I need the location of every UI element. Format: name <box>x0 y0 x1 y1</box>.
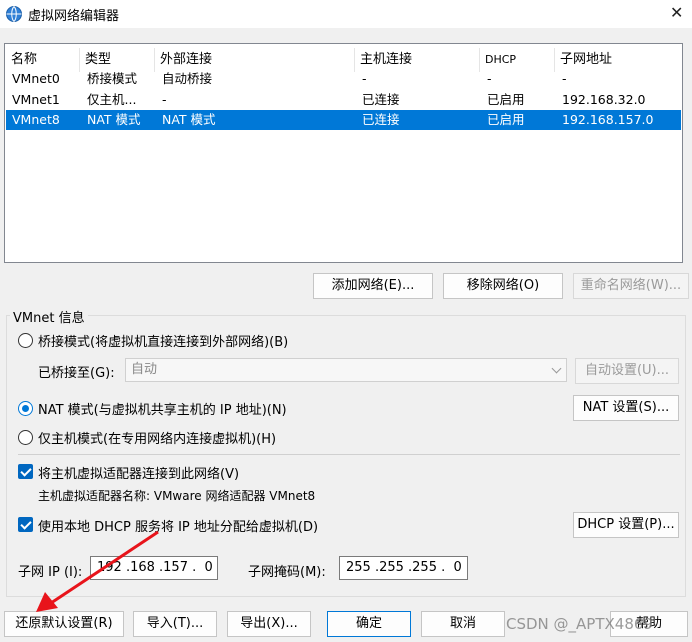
subnet-mask-label: 子网掩码(M): <box>248 565 326 580</box>
table-row[interactable]: VMnet0 桥接模式 自动桥接 - - - <box>6 69 681 89</box>
use-dhcp-checkbox[interactable] <box>18 517 33 532</box>
cell-name: VMnet8 <box>12 112 60 127</box>
cell-dhcp: - <box>487 71 492 86</box>
close-icon[interactable]: ✕ <box>670 3 683 22</box>
connect-adapter-label[interactable]: 将主机虚拟适配器连接到此网络(V) <box>38 463 239 482</box>
subnet-ip-label: 子网 IP (I): <box>18 565 83 580</box>
cell-subnet: 192.168.32.0 <box>562 92 646 107</box>
remove-network-button[interactable]: 移除网络(O) <box>443 273 563 299</box>
bridged-mode-radio[interactable] <box>18 333 33 348</box>
window-title: 虚拟网络编辑器 <box>28 9 120 24</box>
cell-external: NAT 模式 <box>162 112 216 127</box>
cell-type: NAT 模式 <box>87 112 141 127</box>
cancel-button[interactable]: 取消 <box>421 611 505 637</box>
watermark-text: CSDN @_APTX4869 <box>506 615 653 633</box>
chevron-down-icon <box>551 363 562 374</box>
auto-settings-button[interactable]: 自动设置(U)... <box>575 358 679 384</box>
cell-name: VMnet1 <box>12 92 60 107</box>
cell-subnet: - <box>562 71 567 86</box>
network-globe-icon <box>6 6 22 22</box>
adapter-name-text: 主机虚拟适配器名称: VMware 网络适配器 VMnet8 <box>38 489 316 503</box>
bridged-to-label: 已桥接至(G): <box>38 366 115 381</box>
cell-external: 自动桥接 <box>162 71 213 86</box>
restore-defaults-button[interactable]: 还原默认设置(R) <box>4 611 124 637</box>
subnet-ip-input[interactable]: 192 .168 .157 . 0 <box>90 556 218 580</box>
table-row[interactable]: VMnet1 仅主机... - 已连接 已启用 192.168.32.0 <box>6 90 681 110</box>
host-only-mode-radio[interactable] <box>18 430 33 445</box>
bridged-to-value: 自动 <box>131 362 158 377</box>
subnet-mask-input[interactable]: 255 .255 .255 . 0 <box>339 556 468 580</box>
cell-dhcp: 已启用 <box>487 112 525 127</box>
network-list[interactable]: 名称 类型 外部连接 主机连接 DHCP 子网地址 VMnet0 桥接模式 自动… <box>4 43 683 263</box>
nat-mode-radio[interactable] <box>18 401 33 416</box>
cell-host: - <box>362 71 367 86</box>
export-button[interactable]: 导出(X)... <box>227 611 311 637</box>
use-dhcp-label[interactable]: 使用本地 DHCP 服务将 IP 地址分配给虚拟机(D) <box>38 516 318 535</box>
cell-external: - <box>162 92 167 107</box>
vmnet-info-label: VMnet 信息 <box>10 307 88 326</box>
cell-type: 仅主机... <box>87 92 137 107</box>
table-row-selected[interactable]: VMnet8 NAT 模式 NAT 模式 已连接 已启用 192.168.157… <box>6 110 681 130</box>
cell-host: 已连接 <box>362 112 400 127</box>
bridged-to-select[interactable]: 自动 <box>125 358 567 382</box>
host-only-mode-label[interactable]: 仅主机模式(在专用网络内连接虚拟机)(H) <box>38 428 276 447</box>
ok-button[interactable]: 确定 <box>327 611 411 637</box>
cell-dhcp: 已启用 <box>487 92 525 107</box>
cell-type: 桥接模式 <box>87 71 138 86</box>
import-button[interactable]: 导入(T)... <box>133 611 217 637</box>
nat-mode-label[interactable]: NAT 模式(与虚拟机共享主机的 IP 地址)(N) <box>38 399 287 418</box>
rename-network-button[interactable]: 重命名网络(W)... <box>573 273 689 299</box>
dhcp-settings-button[interactable]: DHCP 设置(P)... <box>573 512 679 538</box>
cell-host: 已连接 <box>362 92 400 107</box>
cell-subnet: 192.168.157.0 <box>562 112 654 127</box>
nat-settings-button[interactable]: NAT 设置(S)... <box>573 395 679 421</box>
connect-adapter-checkbox[interactable] <box>18 464 33 479</box>
add-network-button[interactable]: 添加网络(E)... <box>313 273 433 299</box>
cell-name: VMnet0 <box>12 71 60 86</box>
divider <box>18 454 680 455</box>
bridged-mode-label[interactable]: 桥接模式(将虚拟机直接连接到外部网络)(B) <box>38 331 288 350</box>
